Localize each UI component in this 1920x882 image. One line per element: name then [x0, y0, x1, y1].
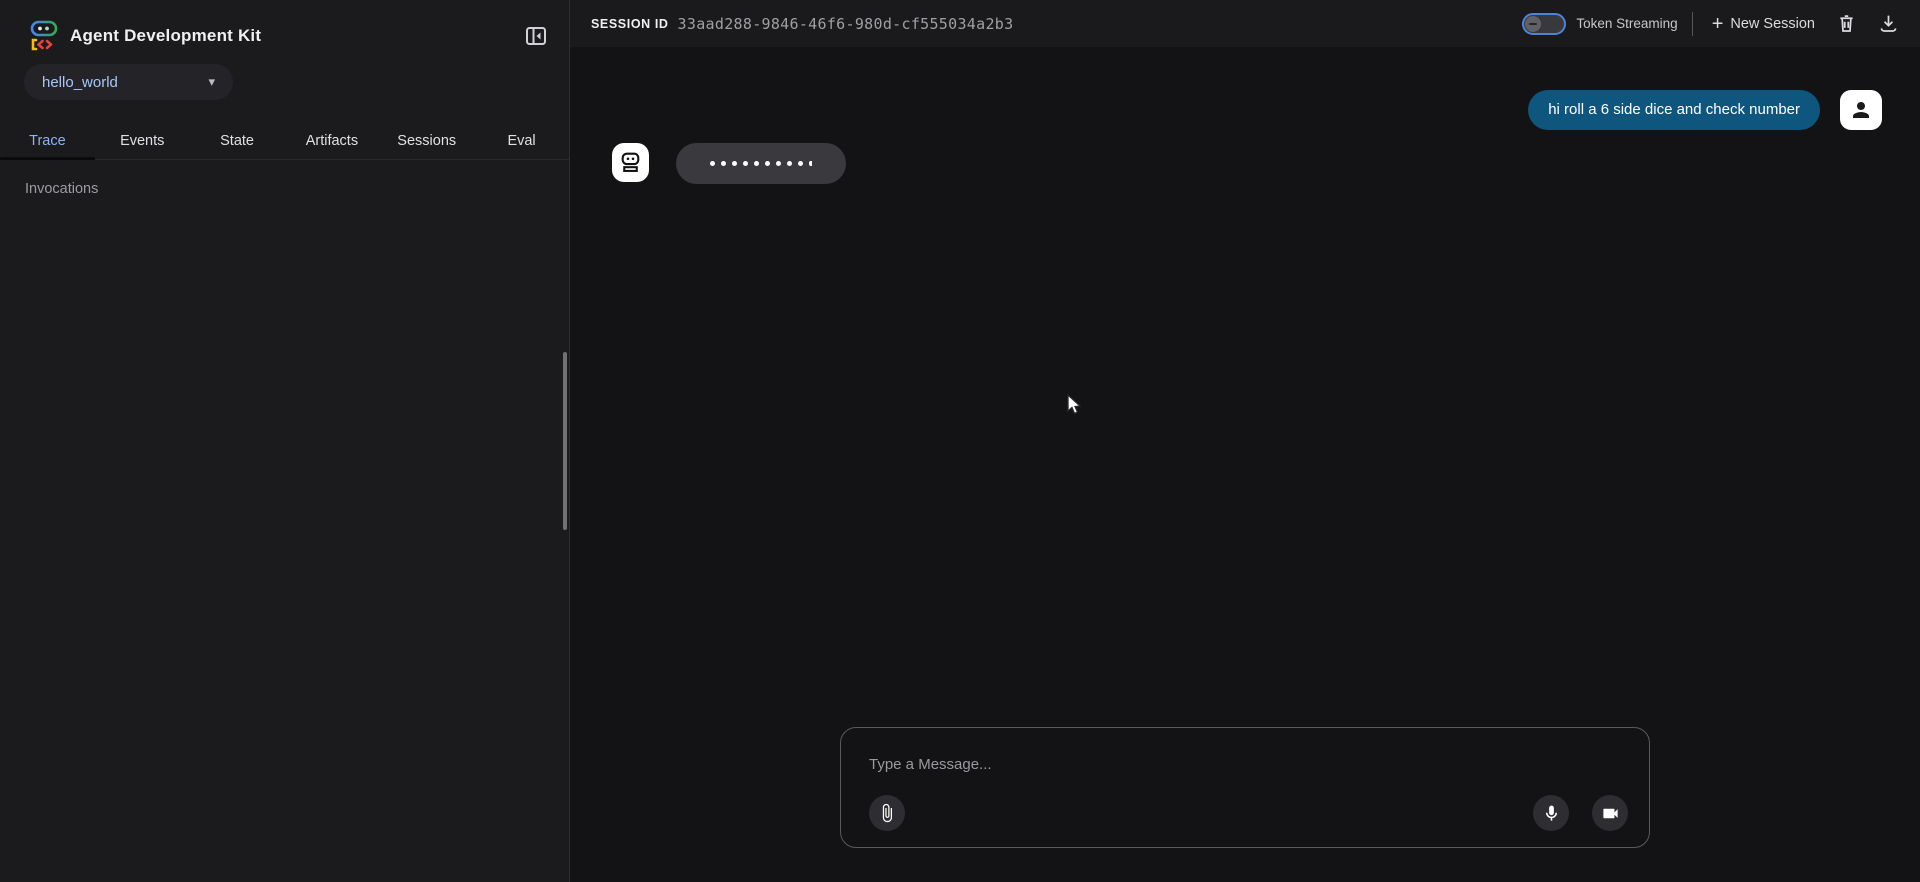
video-button[interactable]: [1592, 795, 1628, 831]
trash-icon: [1836, 13, 1857, 34]
chat-area: hi roll a 6 side dice and check number: [570, 47, 1920, 882]
agent-select-dropdown[interactable]: hello_world ▾: [24, 64, 233, 100]
tab-artifacts[interactable]: Artifacts: [284, 122, 379, 159]
sidebar-header: Agent Development Kit: [0, 0, 569, 56]
session-info: SESSION ID 33aad288-9846-46f6-980d-cf555…: [591, 15, 1013, 33]
bot-message-row: [612, 143, 1882, 184]
microphone-icon: [1542, 804, 1561, 823]
sidebar: Agent Development Kit hello_world ▾ Trac…: [0, 0, 570, 882]
typing-dot: [743, 161, 748, 166]
typing-dot: [754, 161, 759, 166]
user-message-row: hi roll a 6 side dice and check number: [612, 90, 1882, 130]
typing-dot: [710, 161, 715, 166]
app-title: Agent Development Kit: [70, 26, 261, 46]
user-avatar: [1840, 90, 1882, 130]
bot-avatar: [612, 143, 649, 182]
typing-dot: [721, 161, 726, 166]
invocations-label: Invocations: [25, 181, 569, 197]
session-id-label: SESSION ID: [591, 17, 669, 31]
robot-icon: [618, 150, 643, 175]
tab-events[interactable]: Events: [95, 122, 190, 159]
tab-eval[interactable]: Eval: [474, 122, 569, 159]
message-input-box[interactable]: Type a Message...: [840, 727, 1650, 848]
microphone-button[interactable]: [1533, 795, 1569, 831]
agent-select-value: hello_world: [42, 74, 118, 91]
typing-dot: [776, 161, 781, 166]
typing-dot: [732, 161, 737, 166]
paperclip-icon: [877, 803, 897, 823]
panel-collapse-icon: [524, 24, 548, 48]
download-icon: [1878, 13, 1899, 34]
sidebar-tabs: Trace Events State Artifacts Sessions Ev…: [0, 122, 569, 160]
collapse-sidebar-button[interactable]: [521, 21, 551, 51]
typing-dot: [787, 161, 792, 166]
main-panel: SESSION ID 33aad288-9846-46f6-980d-cf555…: [570, 0, 1920, 882]
user-message-bubble: hi roll a 6 side dice and check number: [1528, 90, 1820, 130]
bot-typing-indicator: [676, 143, 846, 184]
sidebar-scrollbar[interactable]: [563, 352, 567, 530]
export-session-button[interactable]: [1871, 7, 1905, 41]
adk-logo-icon: [30, 20, 58, 52]
person-icon: [1849, 98, 1873, 122]
topbar-divider: [1692, 12, 1693, 36]
token-streaming-toggle[interactable]: [1522, 13, 1566, 35]
attach-file-button[interactable]: [869, 795, 905, 831]
typing-dot: [765, 161, 770, 166]
typing-dot: [809, 161, 812, 166]
video-camera-icon: [1601, 804, 1620, 823]
toggle-knob: [1525, 16, 1541, 32]
new-session-label: New Session: [1730, 16, 1815, 32]
token-streaming-label: Token Streaming: [1576, 16, 1677, 31]
delete-session-button[interactable]: [1829, 7, 1863, 41]
tab-state[interactable]: State: [190, 122, 285, 159]
tab-sessions[interactable]: Sessions: [379, 122, 474, 159]
topbar-controls: Token Streaming + New Session: [1522, 7, 1905, 41]
message-input-placeholder: Type a Message...: [869, 756, 992, 773]
session-id-value: 33aad288-9846-46f6-980d-cf555034a2b3: [678, 15, 1014, 33]
plus-icon: +: [1712, 14, 1724, 34]
chevron-down-icon: ▾: [208, 74, 215, 90]
message-list: hi roll a 6 side dice and check number: [570, 47, 1920, 184]
topbar: SESSION ID 33aad288-9846-46f6-980d-cf555…: [570, 0, 1920, 47]
mouse-cursor: [1063, 393, 1085, 417]
typing-dot: [798, 161, 803, 166]
new-session-button[interactable]: + New Session: [1706, 10, 1821, 38]
tab-trace[interactable]: Trace: [0, 122, 95, 159]
